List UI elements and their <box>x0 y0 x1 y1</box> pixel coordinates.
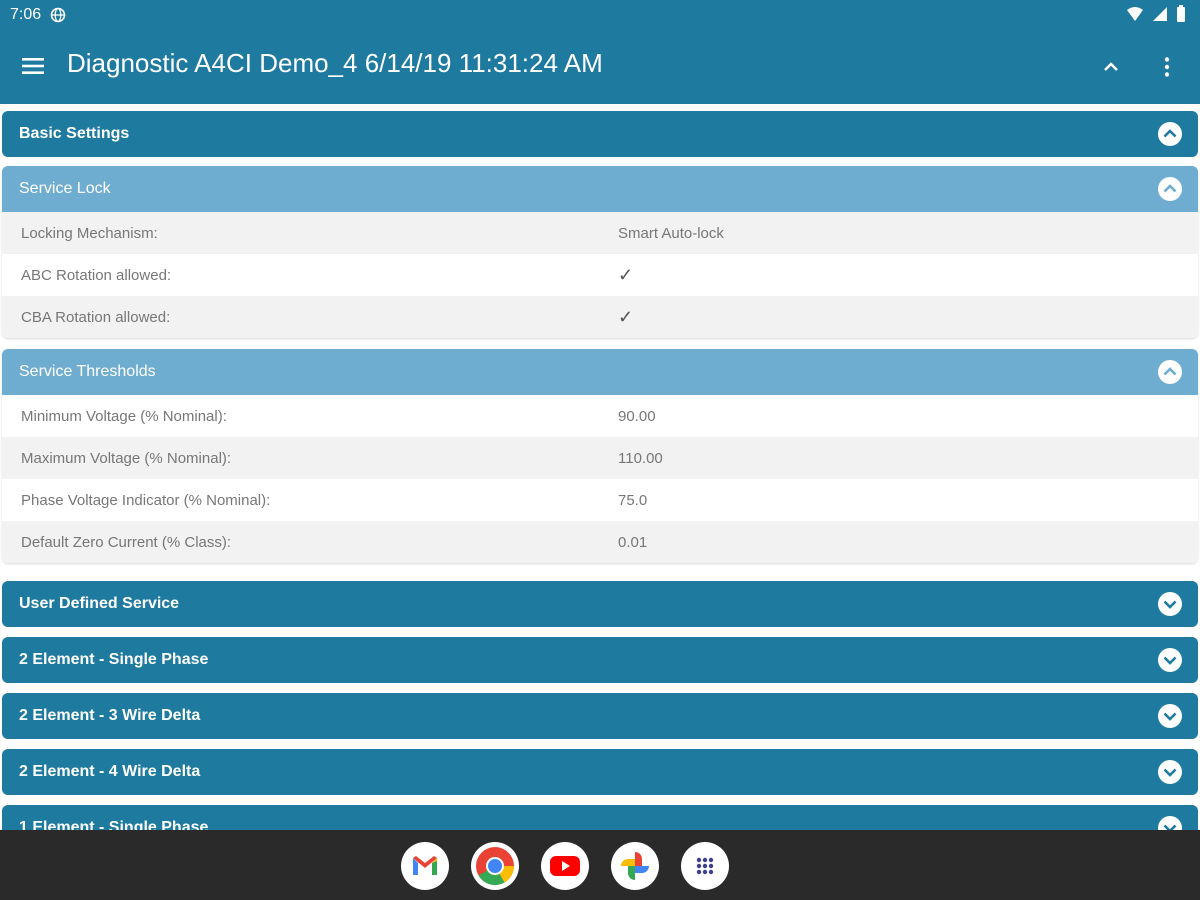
section-title: Service Lock <box>19 180 111 197</box>
table-row: ABC Rotation allowed: ✓ <box>2 254 1198 296</box>
setting-rows: Locking Mechanism: Smart Auto-lock ABC R… <box>2 212 1198 338</box>
chevron-up-icon[interactable] <box>1098 54 1124 80</box>
chevron-down-circle-icon[interactable] <box>1158 648 1182 672</box>
section-header[interactable]: 2 Element - 4 Wire Delta <box>2 749 1198 795</box>
setting-label: Maximum Voltage (% Nominal): <box>21 449 232 467</box>
chevron-up-circle-icon[interactable] <box>1158 177 1182 201</box>
wifi-icon <box>1127 7 1143 21</box>
menu-icon[interactable] <box>20 53 46 79</box>
app-bar: 7:06 Diagnostic A4CI Demo_4 6/14/19 11:3… <box>0 0 1200 104</box>
setting-label: CBA Rotation allowed: <box>21 308 171 326</box>
section-2-element-4-wire-delta: 2 Element - 4 Wire Delta <box>2 749 1198 795</box>
page-title: Diagnostic A4CI Demo_4 6/14/19 11:31:24 … <box>67 48 603 78</box>
section-header[interactable]: 2 Element - Single Phase <box>2 637 1198 683</box>
section-service-thresholds: Service Thresholds Minimum Voltage (% No… <box>2 349 1198 563</box>
chevron-down-circle-icon[interactable] <box>1158 592 1182 616</box>
section-2-element-single-phase: 2 Element - Single Phase <box>2 637 1198 683</box>
section-title: 2 Element - Single Phase <box>19 651 209 668</box>
app-dock <box>0 830 1200 900</box>
status-time: 7:06 <box>10 6 42 23</box>
setting-value: 110.00 <box>618 449 663 467</box>
section-title: 2 Element - 3 Wire Delta <box>19 707 201 724</box>
setting-value: 75.0 <box>618 491 648 509</box>
table-row: Default Zero Current (% Class): 0.01 <box>2 521 1198 563</box>
setting-label: Minimum Voltage (% Nominal): <box>21 407 227 425</box>
chevron-down-circle-icon[interactable] <box>1158 816 1182 830</box>
section-header[interactable]: Service Thresholds <box>2 349 1198 395</box>
section-user-defined-service: User Defined Service <box>2 581 1198 627</box>
chevron-down-circle-icon[interactable] <box>1158 760 1182 784</box>
chevron-up-circle-icon[interactable] <box>1158 360 1182 384</box>
more-vert-icon[interactable] <box>1154 54 1180 80</box>
section-title: User Defined Service <box>19 595 180 612</box>
check-icon: ✓ <box>618 264 634 285</box>
section-header[interactable]: User Defined Service <box>2 581 1198 627</box>
section-title: Basic Settings <box>19 125 130 142</box>
youtube-icon[interactable] <box>541 842 589 890</box>
setting-label: Locking Mechanism: <box>21 224 158 242</box>
setting-label: Default Zero Current (% Class): <box>21 533 232 551</box>
setting-value: Smart Auto-lock <box>618 224 724 242</box>
chevron-up-circle-icon[interactable] <box>1158 122 1182 146</box>
section-2-element-3-wire-delta: 2 Element - 3 Wire Delta <box>2 693 1198 739</box>
table-row: CBA Rotation allowed: ✓ <box>2 296 1198 338</box>
section-title: 2 Element - 4 Wire Delta <box>19 763 201 780</box>
globe-icon <box>50 7 66 23</box>
gmail-icon[interactable] <box>401 842 449 890</box>
section-basic-settings: Basic Settings <box>2 111 1198 157</box>
apps-icon[interactable] <box>681 842 729 890</box>
section-title: Service Thresholds <box>19 363 156 380</box>
setting-label: ABC Rotation allowed: <box>21 266 172 284</box>
table-row: Maximum Voltage (% Nominal): 110.00 <box>2 437 1198 479</box>
section-header[interactable]: 1 Element - Single Phase <box>2 805 1198 830</box>
section-header[interactable]: Service Lock <box>2 166 1198 212</box>
section-title: 1 Element - Single Phase <box>19 819 209 830</box>
check-icon: ✓ <box>618 306 634 327</box>
battery-icon <box>1177 5 1185 22</box>
settings-list[interactable]: Basic Settings Service Lock Locking Mech… <box>0 104 1200 830</box>
table-row: Minimum Voltage (% Nominal): 90.00 <box>2 395 1198 437</box>
setting-rows: Minimum Voltage (% Nominal): 90.00 Maxim… <box>2 395 1198 563</box>
setting-value: 90.00 <box>618 407 656 425</box>
setting-label: Phase Voltage Indicator (% Nominal): <box>21 491 271 509</box>
section-header[interactable]: Basic Settings <box>2 111 1198 157</box>
section-header[interactable]: 2 Element - 3 Wire Delta <box>2 693 1198 739</box>
chrome-icon[interactable] <box>471 842 519 890</box>
status-icons <box>1126 5 1186 23</box>
photos-icon[interactable] <box>611 842 659 890</box>
signal-icon <box>1153 7 1167 21</box>
section-service-lock: Service Lock Locking Mechanism: Smart Au… <box>2 166 1198 338</box>
chevron-down-circle-icon[interactable] <box>1158 704 1182 728</box>
table-row: Phase Voltage Indicator (% Nominal): 75.… <box>2 479 1198 521</box>
setting-value: 0.01 <box>618 533 648 551</box>
section-1-element-single-phase: 1 Element - Single Phase <box>2 805 1198 830</box>
table-row: Locking Mechanism: Smart Auto-lock <box>2 212 1198 254</box>
